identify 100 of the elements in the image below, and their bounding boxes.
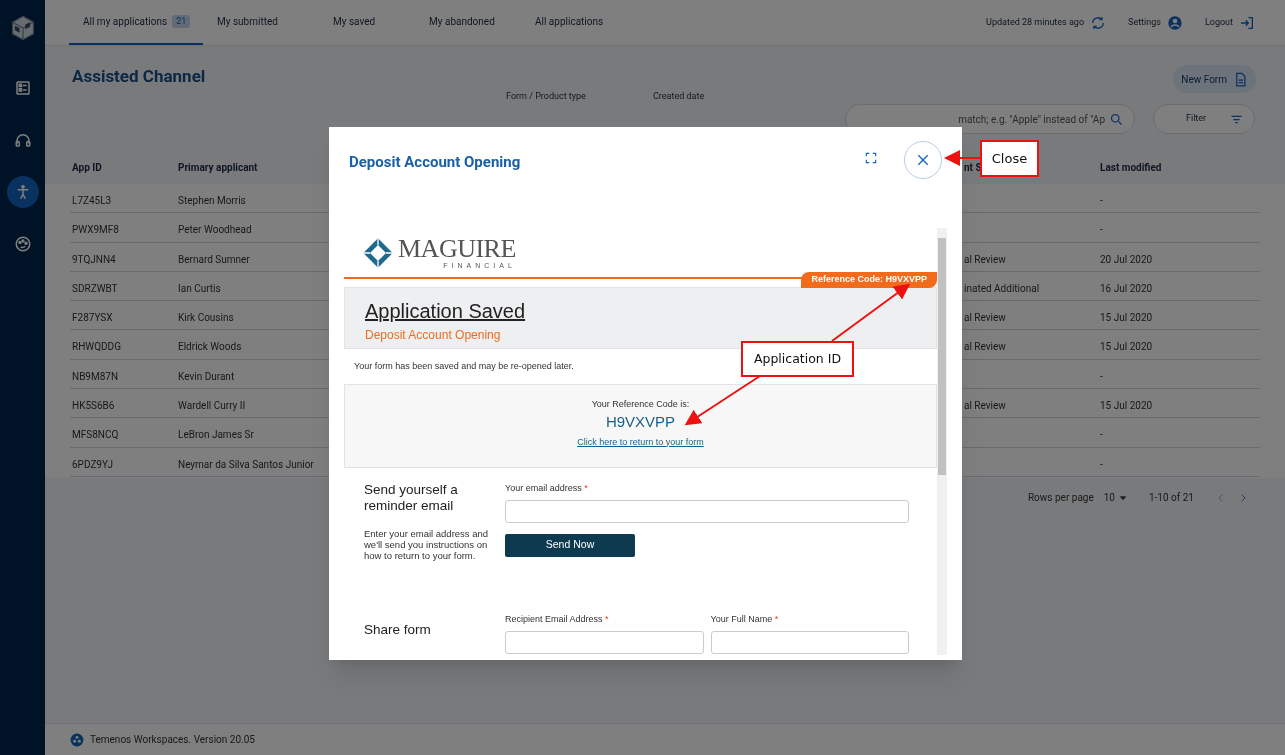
user-icon — [1166, 14, 1183, 31]
refresh-icon — [1090, 14, 1107, 31]
banner-title: Application Saved — [365, 299, 526, 324]
text-input[interactable] — [505, 630, 704, 654]
table-cell-text: al Review — [964, 311, 1006, 326]
search-icon — [1109, 111, 1124, 127]
table-cell-text: LeBron James Sr — [178, 428, 254, 443]
table-cell-text: Kirk Cousins — [178, 311, 234, 326]
page-range: 1-10 of 21 — [1149, 491, 1194, 506]
table-cell-text: 15 Jul 2020 — [1100, 311, 1153, 326]
rows-per-page-label: Rows per page — [1027, 491, 1094, 506]
count-badge: 21 — [172, 14, 191, 29]
rows-per-page-select[interactable]: 10 — [1103, 490, 1127, 506]
scrollbar-thumb[interactable] — [938, 238, 946, 475]
page-title: Assisted Channel — [72, 65, 206, 89]
settings-button[interactable]: Settings — [1128, 0, 1183, 45]
circles-logo-icon — [70, 732, 84, 747]
reminder-description: Enter your email address and we'll send you instructions on how to return to your form. — [364, 528, 490, 561]
email-input[interactable] — [505, 499, 909, 523]
table-cell-text: inated Additional — [964, 281, 1040, 296]
table-cell-text: al Review — [964, 252, 1006, 267]
palette-icon — [13, 235, 32, 253]
table-cell-text: - — [1100, 428, 1103, 443]
column-header: App ID — [72, 161, 102, 175]
table-cell-text: - — [1100, 457, 1103, 472]
text-input[interactable] — [710, 630, 909, 654]
column-header: Last modified — [1100, 161, 1162, 175]
share-heading: Share form — [364, 621, 432, 639]
filter-button[interactable]: Filter — [1153, 104, 1255, 134]
table-cell-text: SDRZWBT — [72, 281, 118, 296]
tab[interactable]: My abandoned — [415, 0, 521, 45]
field-label: Form / Product type — [506, 90, 586, 103]
logout-button[interactable]: Logout — [1204, 0, 1255, 45]
table-cell-text: Peter Woodhead — [178, 223, 252, 238]
version-text: Temenos Workspaces. Version 20.05 — [90, 733, 255, 747]
table-cell-text: HK5S6B6 — [72, 399, 115, 414]
return-link[interactable]: Click here to return to your form — [577, 435, 704, 449]
table-cell-text: - — [1100, 369, 1103, 384]
table-cell-text: Eldrick Woods — [178, 340, 242, 355]
caret-down-icon — [1119, 493, 1127, 502]
table-cell-text: NB9M87N — [72, 369, 119, 384]
table-cell-text: - — [1100, 223, 1103, 238]
table-cell-text: RHWQDDG — [72, 340, 121, 355]
modal-title: Deposit Account Opening — [349, 152, 522, 173]
table-cell-text: 9TQJNN4 — [72, 252, 116, 267]
table-cell-text: 15 Jul 2020 — [1100, 399, 1153, 414]
reference-badge: Reference Code: H9VXVPP — [801, 272, 937, 288]
reference-code: H9VXVPP — [605, 411, 676, 432]
table-cell-text: MFS8NCQ — [72, 428, 119, 443]
list-icon — [13, 79, 32, 97]
tab[interactable]: All applications — [521, 0, 631, 45]
column-header: Primary applicant — [178, 161, 258, 175]
annotation-callout: Application ID — [741, 341, 854, 377]
scrollbar[interactable] — [937, 228, 947, 655]
sidebar-nav-button[interactable] — [6, 176, 39, 208]
field-label: Your Full Name * — [710, 613, 780, 626]
table-cell-text: PWX9MF8 — [72, 223, 119, 238]
diamond-logo-icon — [362, 236, 394, 269]
fullscreen-icon — [864, 151, 878, 165]
table-cell-text: 15 Jul 2020 — [1100, 340, 1153, 355]
table-cell-text: al Review — [964, 340, 1006, 355]
banner-subtitle: Deposit Account Opening — [365, 327, 501, 344]
tab[interactable]: My submitted — [203, 0, 319, 45]
document-icon — [1233, 71, 1248, 87]
table-cell-text: L7Z45L3 — [72, 194, 112, 208]
table-cell-text: 20 Jul 2020 — [1100, 252, 1153, 267]
saved-message: Your form has been saved and may be re-opened later. — [353, 360, 575, 373]
fullscreen-button[interactable] — [864, 151, 878, 165]
tab[interactable]: All my applications 21 — [69, 0, 203, 45]
table-cell-text: 16 Jul 2020 — [1100, 281, 1153, 296]
table-cell-text: 6PDZ9YJ — [72, 457, 114, 472]
field-label: Recipient Email Address * — [505, 613, 610, 626]
tab-label: All applications — [534, 15, 604, 29]
annotation-callout: Close — [980, 140, 1039, 177]
table-cell-text: Stephen Morris — [178, 194, 246, 208]
logo-name: MAGUIRE — [398, 236, 516, 262]
new-form-button[interactable]: New Form — [1173, 65, 1256, 93]
tab-label: All my applications — [82, 15, 168, 29]
table-cell-text: - — [1100, 194, 1103, 208]
table-cell-text: Ian Curtis — [178, 281, 221, 296]
field-label: Created date — [653, 90, 705, 103]
table-cell-text: Bernard Sumner — [178, 252, 250, 267]
search-placeholder: match; e.g. "Apple" instead of "Ap — [958, 112, 1105, 127]
tab-label: My saved — [332, 15, 376, 29]
tab-label: My abandoned — [428, 15, 495, 29]
table-cell-text: Kevin Durant — [178, 369, 235, 384]
table-cell-text: Neymar da Silva Santos Junior — [178, 457, 314, 472]
table-cell-text: al Review — [964, 399, 1006, 414]
table-cell-text: Wardell Curry II — [178, 399, 246, 414]
send-now-button[interactable]: Send Now — [505, 533, 635, 557]
tab[interactable]: My saved — [319, 0, 415, 45]
reference-label: Your Reference Code is: — [591, 398, 690, 411]
field-label: Your email address * — [505, 482, 589, 495]
close-icon — [915, 152, 931, 168]
refresh-button[interactable]: Updated 28 minutes ago — [986, 0, 1107, 45]
table-cell-text: F287YSX — [72, 311, 113, 326]
reminder-heading: Send yourself a reminder email — [364, 482, 459, 514]
search-field[interactable]: match; e.g. "Apple" instead of "Ap — [845, 104, 1135, 134]
logout-icon — [1239, 14, 1255, 31]
headset-icon — [13, 131, 32, 149]
